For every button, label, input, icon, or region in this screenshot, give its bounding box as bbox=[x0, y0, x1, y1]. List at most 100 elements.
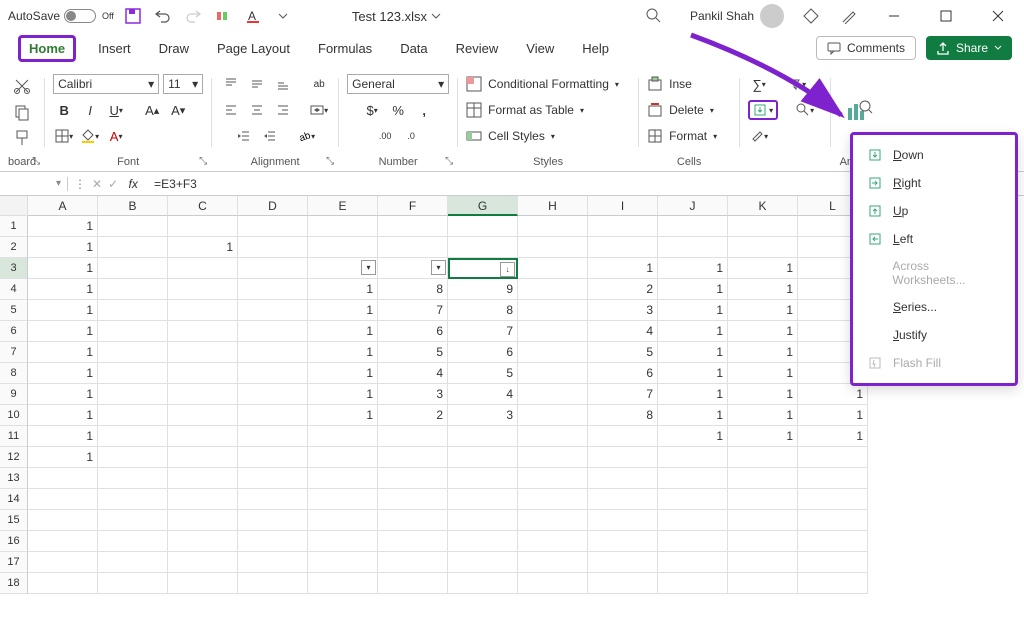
cell-K10[interactable]: 1 bbox=[728, 405, 798, 426]
cell-B6[interactable] bbox=[98, 321, 168, 342]
tab-draw[interactable]: Draw bbox=[153, 37, 195, 60]
cell-D16[interactable] bbox=[238, 531, 308, 552]
clear-icon[interactable]: ▾ bbox=[748, 126, 770, 146]
cell-D13[interactable] bbox=[238, 468, 308, 489]
cell-C17[interactable] bbox=[168, 552, 238, 573]
cell-H18[interactable] bbox=[518, 573, 588, 594]
cell-B15[interactable] bbox=[98, 510, 168, 531]
cell-J9[interactable]: 1 bbox=[658, 384, 728, 405]
minimize-button[interactable] bbox=[876, 2, 912, 30]
cell-F7[interactable]: 5 bbox=[378, 342, 448, 363]
user-account[interactable]: Pankil Shah bbox=[690, 4, 784, 28]
row-header[interactable]: 15 bbox=[0, 510, 28, 531]
cell-B18[interactable] bbox=[98, 573, 168, 594]
column-header-A[interactable]: A bbox=[28, 196, 98, 216]
column-header-I[interactable]: I bbox=[588, 196, 658, 216]
cell-J8[interactable]: 1 bbox=[658, 363, 728, 384]
cell-H6[interactable] bbox=[518, 321, 588, 342]
cell-G13[interactable] bbox=[448, 468, 518, 489]
align-left-icon[interactable] bbox=[220, 100, 242, 120]
fill-up-item[interactable]: Up bbox=[853, 197, 1015, 225]
diamond-icon[interactable] bbox=[800, 5, 822, 27]
fill-right-item[interactable]: Right bbox=[853, 169, 1015, 197]
cell-J7[interactable]: 1 bbox=[658, 342, 728, 363]
cell-E7[interactable]: 1 bbox=[308, 342, 378, 363]
cell-E9[interactable]: 1 bbox=[308, 384, 378, 405]
cell-B7[interactable] bbox=[98, 342, 168, 363]
cell-D17[interactable] bbox=[238, 552, 308, 573]
cell-E6[interactable]: 1 bbox=[308, 321, 378, 342]
row-header[interactable]: 14 bbox=[0, 489, 28, 510]
cell-E11[interactable] bbox=[308, 426, 378, 447]
dialog-launcher-icon[interactable]: ⤡ bbox=[326, 156, 334, 167]
pen-icon[interactable] bbox=[838, 5, 860, 27]
cell-G15[interactable] bbox=[448, 510, 518, 531]
cell-E14[interactable] bbox=[308, 489, 378, 510]
cell-H17[interactable] bbox=[518, 552, 588, 573]
cell-G1[interactable] bbox=[448, 216, 518, 237]
merge-icon[interactable]: ▾ bbox=[308, 100, 330, 120]
fill-color-icon[interactable]: ▾ bbox=[79, 126, 101, 146]
column-header-H[interactable]: H bbox=[518, 196, 588, 216]
cell-I2[interactable] bbox=[588, 237, 658, 258]
column-header-B[interactable]: B bbox=[98, 196, 168, 216]
cell-D8[interactable] bbox=[238, 363, 308, 384]
cell-F15[interactable] bbox=[378, 510, 448, 531]
cell-F10[interactable]: 2 bbox=[378, 405, 448, 426]
cell-D5[interactable] bbox=[238, 300, 308, 321]
cell-C9[interactable] bbox=[168, 384, 238, 405]
column-header-D[interactable]: D bbox=[238, 196, 308, 216]
cell-L9[interactable]: 1 bbox=[798, 384, 868, 405]
name-box[interactable] bbox=[4, 177, 50, 191]
cell-B3[interactable] bbox=[98, 258, 168, 279]
cell-H3[interactable] bbox=[518, 258, 588, 279]
cell-F16[interactable] bbox=[378, 531, 448, 552]
cell-I7[interactable]: 5 bbox=[588, 342, 658, 363]
percent-icon[interactable]: % bbox=[387, 100, 409, 120]
row-header[interactable]: 8 bbox=[0, 363, 28, 384]
cell-A9[interactable]: 1 bbox=[28, 384, 98, 405]
cell-H15[interactable] bbox=[518, 510, 588, 531]
cell-K4[interactable]: 1 bbox=[728, 279, 798, 300]
insert-button[interactable]: Inse bbox=[647, 74, 692, 94]
cell-J13[interactable] bbox=[658, 468, 728, 489]
tab-data[interactable]: Data bbox=[394, 37, 433, 60]
tab-home[interactable]: Home bbox=[18, 35, 76, 62]
cell-B11[interactable] bbox=[98, 426, 168, 447]
cell-K15[interactable] bbox=[728, 510, 798, 531]
fill-left-item[interactable]: Left bbox=[853, 225, 1015, 253]
fx-icon[interactable]: fx bbox=[124, 177, 142, 191]
cell-C16[interactable] bbox=[168, 531, 238, 552]
filename[interactable]: Test 123.xlsx bbox=[352, 9, 441, 24]
cell-K8[interactable]: 1 bbox=[728, 363, 798, 384]
row-header[interactable]: 18 bbox=[0, 573, 28, 594]
cell-G5[interactable]: 8 bbox=[448, 300, 518, 321]
column-header-F[interactable]: F bbox=[378, 196, 448, 216]
cell-K7[interactable]: 1 bbox=[728, 342, 798, 363]
row-header[interactable]: 5 bbox=[0, 300, 28, 321]
decrease-decimal-icon[interactable]: .0 bbox=[400, 126, 422, 146]
cell-E1[interactable] bbox=[308, 216, 378, 237]
cell-I3[interactable]: 1 bbox=[588, 258, 658, 279]
cell-A13[interactable] bbox=[28, 468, 98, 489]
cell-K17[interactable] bbox=[728, 552, 798, 573]
filter-dropdown-icon[interactable]: ▾ bbox=[361, 260, 376, 275]
cell-G2[interactable] bbox=[448, 237, 518, 258]
filter-dropdown-icon[interactable]: ↓ bbox=[500, 262, 515, 277]
decrease-font-icon[interactable]: A▾ bbox=[167, 100, 189, 120]
cell-F14[interactable] bbox=[378, 489, 448, 510]
increase-decimal-icon[interactable]: .00 bbox=[374, 126, 396, 146]
cell-A3[interactable]: 1 bbox=[28, 258, 98, 279]
cell-J18[interactable] bbox=[658, 573, 728, 594]
cell-I16[interactable] bbox=[588, 531, 658, 552]
font-color-icon[interactable]: A▾ bbox=[105, 126, 127, 146]
cell-K11[interactable]: 1 bbox=[728, 426, 798, 447]
close-button[interactable] bbox=[980, 2, 1016, 30]
cell-K13[interactable] bbox=[728, 468, 798, 489]
cell-G16[interactable] bbox=[448, 531, 518, 552]
currency-icon[interactable]: $▾ bbox=[361, 100, 383, 120]
row-header[interactable]: 16 bbox=[0, 531, 28, 552]
column-header-G[interactable]: G bbox=[448, 196, 518, 216]
cell-H4[interactable] bbox=[518, 279, 588, 300]
cell-styles-button[interactable]: Cell Styles ▾ bbox=[466, 126, 555, 146]
